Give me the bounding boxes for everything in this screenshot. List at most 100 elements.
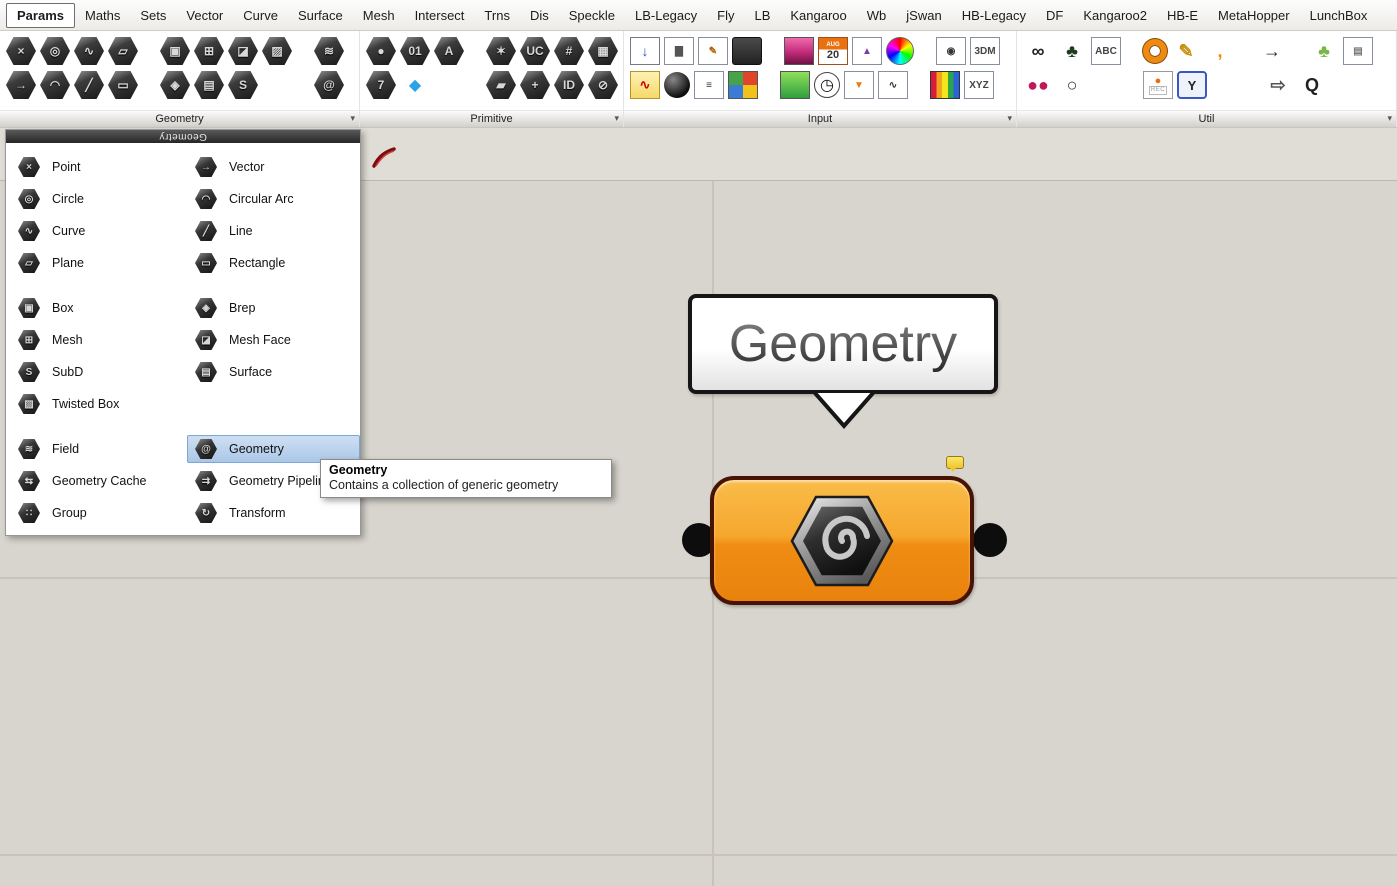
ellipse-icon[interactable]: ○ [1057, 71, 1087, 99]
tab-metahopper[interactable]: MetaHopper [1208, 3, 1300, 28]
tab-params[interactable]: Params [6, 3, 75, 28]
colour-icon[interactable]: ● [366, 37, 396, 65]
group-menu-arrow-icon[interactable]: ▾ [1387, 113, 1392, 124]
tab-hb-legacy[interactable]: HB-Legacy [952, 3, 1036, 28]
binary-icon[interactable]: 01 [400, 37, 430, 65]
tab-lb-legacy[interactable]: LB-Legacy [625, 3, 707, 28]
abc-stamp-icon[interactable]: ABC [1091, 37, 1121, 65]
menu-item-twisted-box[interactable]: ▨Twisted Box [10, 390, 183, 418]
circle-icon[interactable]: ◎ [40, 37, 70, 65]
text-icon[interactable]: A [434, 37, 464, 65]
menu-item-surface[interactable]: ▤Surface [187, 358, 360, 386]
menu-item-point[interactable]: ×Point [10, 153, 183, 181]
arrow-outline-icon[interactable]: ⇨ [1263, 71, 1293, 99]
colour-swatch-icon[interactable] [780, 71, 810, 99]
funnel-icon[interactable]: ▼ [844, 71, 874, 99]
guid-icon[interactable]: ID [554, 71, 584, 99]
vector-icon[interactable]: → [6, 71, 36, 99]
tab-lb[interactable]: LB [744, 3, 780, 28]
domain-icon[interactable]: + [520, 71, 550, 99]
complex-icon[interactable]: ✶ [486, 37, 516, 65]
glasses-icon[interactable]: ∞ [1023, 37, 1053, 65]
panel-dark-icon[interactable] [732, 37, 762, 65]
tab-fly[interactable]: Fly [707, 3, 744, 28]
circular-arc-icon[interactable]: ◠ [40, 71, 70, 99]
clipboard-icon[interactable]: ▤ [1343, 37, 1373, 65]
arrow-solid-icon[interactable]: → [1257, 37, 1287, 65]
menu-item-rectangle[interactable]: ▭Rectangle [187, 249, 360, 277]
data-dam-icon[interactable]: Y [1177, 71, 1207, 99]
image-icon[interactable]: ▇ [664, 37, 694, 65]
menu-item-plane[interactable]: ▱Plane [10, 249, 183, 277]
group-label-primitive[interactable]: Primitive▾ [360, 110, 623, 127]
dropdown-header[interactable]: Geometry [6, 130, 360, 143]
surface-icon[interactable]: ▤ [194, 71, 224, 99]
culture-icon[interactable]: UC [520, 37, 550, 65]
group-menu-arrow-icon[interactable]: ▾ [614, 113, 619, 124]
menu-item-circle[interactable]: ◎Circle [10, 185, 183, 213]
tab-wb[interactable]: Wb [857, 3, 897, 28]
tab-trns[interactable]: Trns [474, 3, 520, 28]
brep-icon[interactable]: ◈ [160, 71, 190, 99]
mesh-icon[interactable]: ⊞ [194, 37, 224, 65]
balloon-icon[interactable] [946, 456, 964, 469]
menu-item-box[interactable]: ▣Box [10, 294, 183, 322]
data-icon[interactable]: ◆ [400, 71, 430, 99]
tab-lunchbox[interactable]: LunchBox [1300, 3, 1378, 28]
group-menu-arrow-icon[interactable]: ▾ [1007, 113, 1012, 124]
tab-curve[interactable]: Curve [233, 3, 288, 28]
mesh-face-icon[interactable]: ◪ [228, 37, 258, 65]
sketch-pencil-icon[interactable] [371, 145, 397, 171]
group-menu-arrow-icon[interactable]: ▾ [350, 113, 355, 124]
integer-icon[interactable]: 7 [366, 71, 396, 99]
line-icon[interactable]: ╱ [74, 71, 104, 99]
eye-icon[interactable]: ◉ [936, 37, 966, 65]
menu-item-line[interactable]: ╱Line [187, 217, 360, 245]
twisted-box-icon[interactable]: ▨ [262, 37, 292, 65]
field-icon[interactable]: ≋ [314, 37, 344, 65]
tab-hb-e[interactable]: HB-E [1157, 3, 1208, 28]
rectangle-icon[interactable]: ▭ [108, 71, 138, 99]
sketch-icon[interactable]: ✎ [698, 37, 728, 65]
menu-item-field[interactable]: ≋Field [10, 435, 183, 463]
output-grip[interactable] [973, 523, 1007, 557]
group-label-input[interactable]: Input▾ [624, 110, 1016, 127]
pencil-icon[interactable]: ✎ [1171, 37, 1201, 65]
matrix-icon[interactable]: ▦ [588, 37, 618, 65]
hash-icon[interactable]: # [554, 37, 584, 65]
jump-icon[interactable]: , [1205, 37, 1235, 65]
box-icon[interactable]: ▣ [160, 37, 190, 65]
file-3dm-icon[interactable]: 3DM [970, 37, 1000, 65]
tree-icon[interactable]: ♣ [1057, 37, 1087, 65]
tab-sets[interactable]: Sets [130, 3, 176, 28]
colour-wheel-icon[interactable] [886, 37, 914, 65]
tab-speckle[interactable]: Speckle [559, 3, 625, 28]
clock-icon[interactable]: ◷ [814, 72, 840, 98]
group-label-geometry[interactable]: Geometry▾ [0, 110, 359, 127]
import-file-icon[interactable]: ↓ [630, 37, 660, 65]
menu-item-vector[interactable]: →Vector [187, 153, 360, 181]
plane-icon[interactable]: ▱ [108, 37, 138, 65]
null-icon[interactable]: ⊘ [588, 71, 618, 99]
menu-item-geometry-cache[interactable]: ⇆Geometry Cache [10, 467, 183, 495]
group-label-util[interactable]: Util▾ [1017, 110, 1396, 127]
hop-icon[interactable]: ♣ [1309, 37, 1339, 65]
menu-item-subd[interactable]: SSubD [10, 358, 183, 386]
geometry-icon[interactable]: @ [314, 71, 344, 99]
menu-item-mesh-face[interactable]: ◪Mesh Face [187, 326, 360, 354]
tab-kangaroo2[interactable]: Kangaroo2 [1073, 3, 1157, 28]
data-path-icon[interactable]: ▰ [486, 71, 516, 99]
geometry-component[interactable] [710, 476, 974, 605]
tab-intersect[interactable]: Intersect [405, 3, 475, 28]
gradient-icon[interactable] [784, 37, 814, 65]
button-icon[interactable] [664, 72, 690, 98]
tab-df[interactable]: DF [1036, 3, 1073, 28]
menu-item-brep[interactable]: ◈Brep [187, 294, 360, 322]
tab-mesh[interactable]: Mesh [353, 3, 405, 28]
menu-item-group[interactable]: ∷Group [10, 499, 183, 527]
menu-item-transform[interactable]: ↻Transform [187, 499, 360, 527]
geometry-callout[interactable]: Geometry [688, 294, 998, 394]
point-xyz-icon[interactable]: XYZ [964, 71, 994, 99]
spectrum-icon[interactable] [930, 71, 960, 99]
point-icon[interactable]: × [6, 37, 36, 65]
